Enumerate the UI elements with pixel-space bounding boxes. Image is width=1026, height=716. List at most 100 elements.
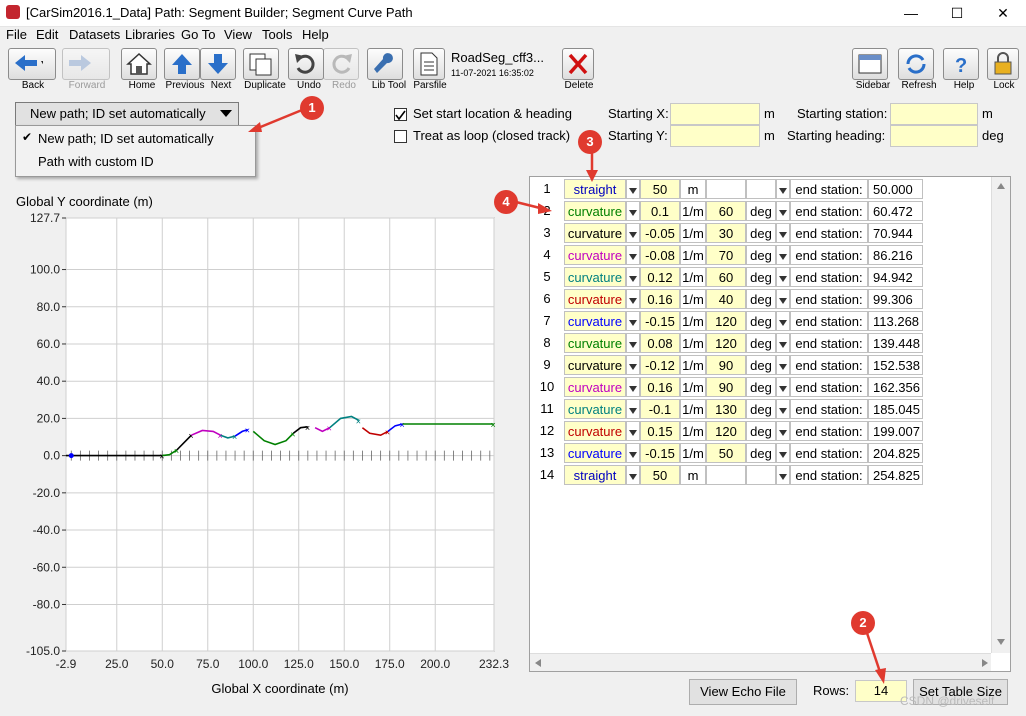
row-dropdown-icon[interactable] — [626, 201, 640, 221]
table-cell-val[interactable]: 0.15 — [640, 421, 680, 441]
table-cell-type[interactable]: curvature — [564, 311, 626, 331]
lock-button[interactable] — [987, 48, 1019, 80]
close-button[interactable]: ✕ — [980, 0, 1026, 26]
start-location-checkbox[interactable] — [394, 108, 407, 121]
table-cell-type[interactable]: curvature — [564, 201, 626, 221]
home-button[interactable] — [121, 48, 157, 80]
help-button[interactable]: ? — [943, 48, 979, 80]
menu-tools[interactable]: Tools — [262, 27, 292, 42]
table-cell-val[interactable]: 0.16 — [640, 377, 680, 397]
table-cell-type[interactable]: curvature — [564, 377, 626, 397]
next-button[interactable] — [200, 48, 236, 80]
row-dropdown-icon[interactable] — [626, 333, 640, 353]
table-cell-ang[interactable]: 50 — [706, 443, 746, 463]
menu-libraries[interactable]: Libraries — [125, 27, 175, 42]
table-cell-val[interactable]: 50 — [640, 465, 680, 485]
menu-help[interactable]: Help — [302, 27, 329, 42]
table-cell-ang[interactable] — [706, 465, 746, 485]
row-dropdown-icon[interactable] — [626, 223, 640, 243]
table-cell-type[interactable]: curvature — [564, 267, 626, 287]
row-dropdown-icon[interactable] — [626, 377, 640, 397]
loop-checkbox[interactable] — [394, 130, 407, 143]
table-cell-val[interactable]: -0.08 — [640, 245, 680, 265]
dropdown-option-auto[interactable]: New path; ID set automatically — [38, 131, 214, 146]
starting-station-input[interactable] — [890, 103, 978, 125]
table-cell-type[interactable]: curvature — [564, 223, 626, 243]
row-dropdown-icon[interactable] — [776, 377, 790, 397]
undo-button[interactable] — [288, 48, 324, 80]
table-cell-val[interactable]: 0.12 — [640, 267, 680, 287]
row-dropdown-icon[interactable] — [776, 223, 790, 243]
row-dropdown-icon[interactable] — [776, 421, 790, 441]
row-dropdown-icon[interactable] — [776, 355, 790, 375]
table-cell-type[interactable]: curvature — [564, 245, 626, 265]
row-dropdown-icon[interactable] — [626, 443, 640, 463]
table-cell-val[interactable]: -0.15 — [640, 443, 680, 463]
table-cell-val[interactable]: 0.08 — [640, 333, 680, 353]
starting-y-input[interactable] — [670, 125, 760, 147]
menu-goto[interactable]: Go To — [181, 27, 215, 42]
row-dropdown-icon[interactable] — [776, 465, 790, 485]
table-cell-type[interactable]: curvature — [564, 443, 626, 463]
table-cell-ang[interactable]: 60 — [706, 201, 746, 221]
row-dropdown-icon[interactable] — [776, 311, 790, 331]
table-cell-ang[interactable]: 90 — [706, 355, 746, 375]
table-cell-ang[interactable]: 120 — [706, 421, 746, 441]
table-cell-ang[interactable]: 120 — [706, 333, 746, 353]
row-dropdown-icon[interactable] — [776, 399, 790, 419]
row-dropdown-icon[interactable] — [776, 179, 790, 199]
row-dropdown-icon[interactable] — [626, 311, 640, 331]
row-dropdown-icon[interactable] — [776, 201, 790, 221]
table-cell-ang[interactable]: 60 — [706, 267, 746, 287]
refresh-button[interactable] — [898, 48, 934, 80]
dropdown-option-custom[interactable]: Path with custom ID — [38, 154, 154, 169]
row-dropdown-icon[interactable] — [626, 289, 640, 309]
table-cell-val[interactable]: -0.15 — [640, 311, 680, 331]
table-cell-val[interactable]: -0.1 — [640, 399, 680, 419]
row-dropdown-icon[interactable] — [626, 267, 640, 287]
minimize-button[interactable]: — — [888, 0, 934, 26]
back-button[interactable] — [8, 48, 56, 80]
table-cell-ang[interactable]: 120 — [706, 311, 746, 331]
row-dropdown-icon[interactable] — [776, 443, 790, 463]
row-dropdown-icon[interactable] — [776, 267, 790, 287]
table-cell-ang[interactable]: 130 — [706, 399, 746, 419]
table-cell-ang[interactable]: 70 — [706, 245, 746, 265]
vertical-scrollbar[interactable] — [991, 177, 1010, 653]
previous-button[interactable] — [164, 48, 200, 80]
menu-edit[interactable]: Edit — [36, 27, 58, 42]
row-dropdown-icon[interactable] — [776, 333, 790, 353]
path-id-dropdown[interactable]: New path; ID set automatically — [15, 102, 239, 126]
row-dropdown-icon[interactable] — [626, 245, 640, 265]
table-cell-ang[interactable]: 90 — [706, 377, 746, 397]
sidebar-button[interactable] — [852, 48, 888, 80]
horizontal-scrollbar[interactable] — [530, 653, 991, 671]
row-dropdown-icon[interactable] — [776, 245, 790, 265]
parsfile-button[interactable] — [413, 48, 445, 80]
lib-tool-button[interactable] — [367, 48, 403, 80]
row-dropdown-icon[interactable] — [626, 179, 640, 199]
table-cell-type[interactable]: curvature — [564, 333, 626, 353]
menu-datasets[interactable]: Datasets — [69, 27, 120, 42]
table-cell-ang[interactable]: 30 — [706, 223, 746, 243]
table-cell-val[interactable]: 0.1 — [640, 201, 680, 221]
menu-view[interactable]: View — [224, 27, 252, 42]
delete-button[interactable] — [562, 48, 594, 80]
table-cell-type[interactable]: curvature — [564, 289, 626, 309]
table-cell-type[interactable]: curvature — [564, 355, 626, 375]
duplicate-button[interactable] — [243, 48, 279, 80]
table-cell-type[interactable]: curvature — [564, 421, 626, 441]
table-cell-val[interactable]: 0.16 — [640, 289, 680, 309]
row-dropdown-icon[interactable] — [626, 465, 640, 485]
table-cell-ang[interactable] — [706, 179, 746, 199]
starting-x-input[interactable] — [670, 103, 760, 125]
row-dropdown-icon[interactable] — [626, 355, 640, 375]
table-cell-val[interactable]: -0.05 — [640, 223, 680, 243]
row-dropdown-icon[interactable] — [626, 399, 640, 419]
row-dropdown-icon[interactable] — [776, 289, 790, 309]
view-echo-file-button[interactable]: View Echo File — [689, 679, 797, 705]
table-cell-ang[interactable]: 40 — [706, 289, 746, 309]
row-dropdown-icon[interactable] — [626, 421, 640, 441]
maximize-button[interactable]: ☐ — [934, 0, 980, 26]
table-cell-type[interactable]: straight — [564, 179, 626, 199]
